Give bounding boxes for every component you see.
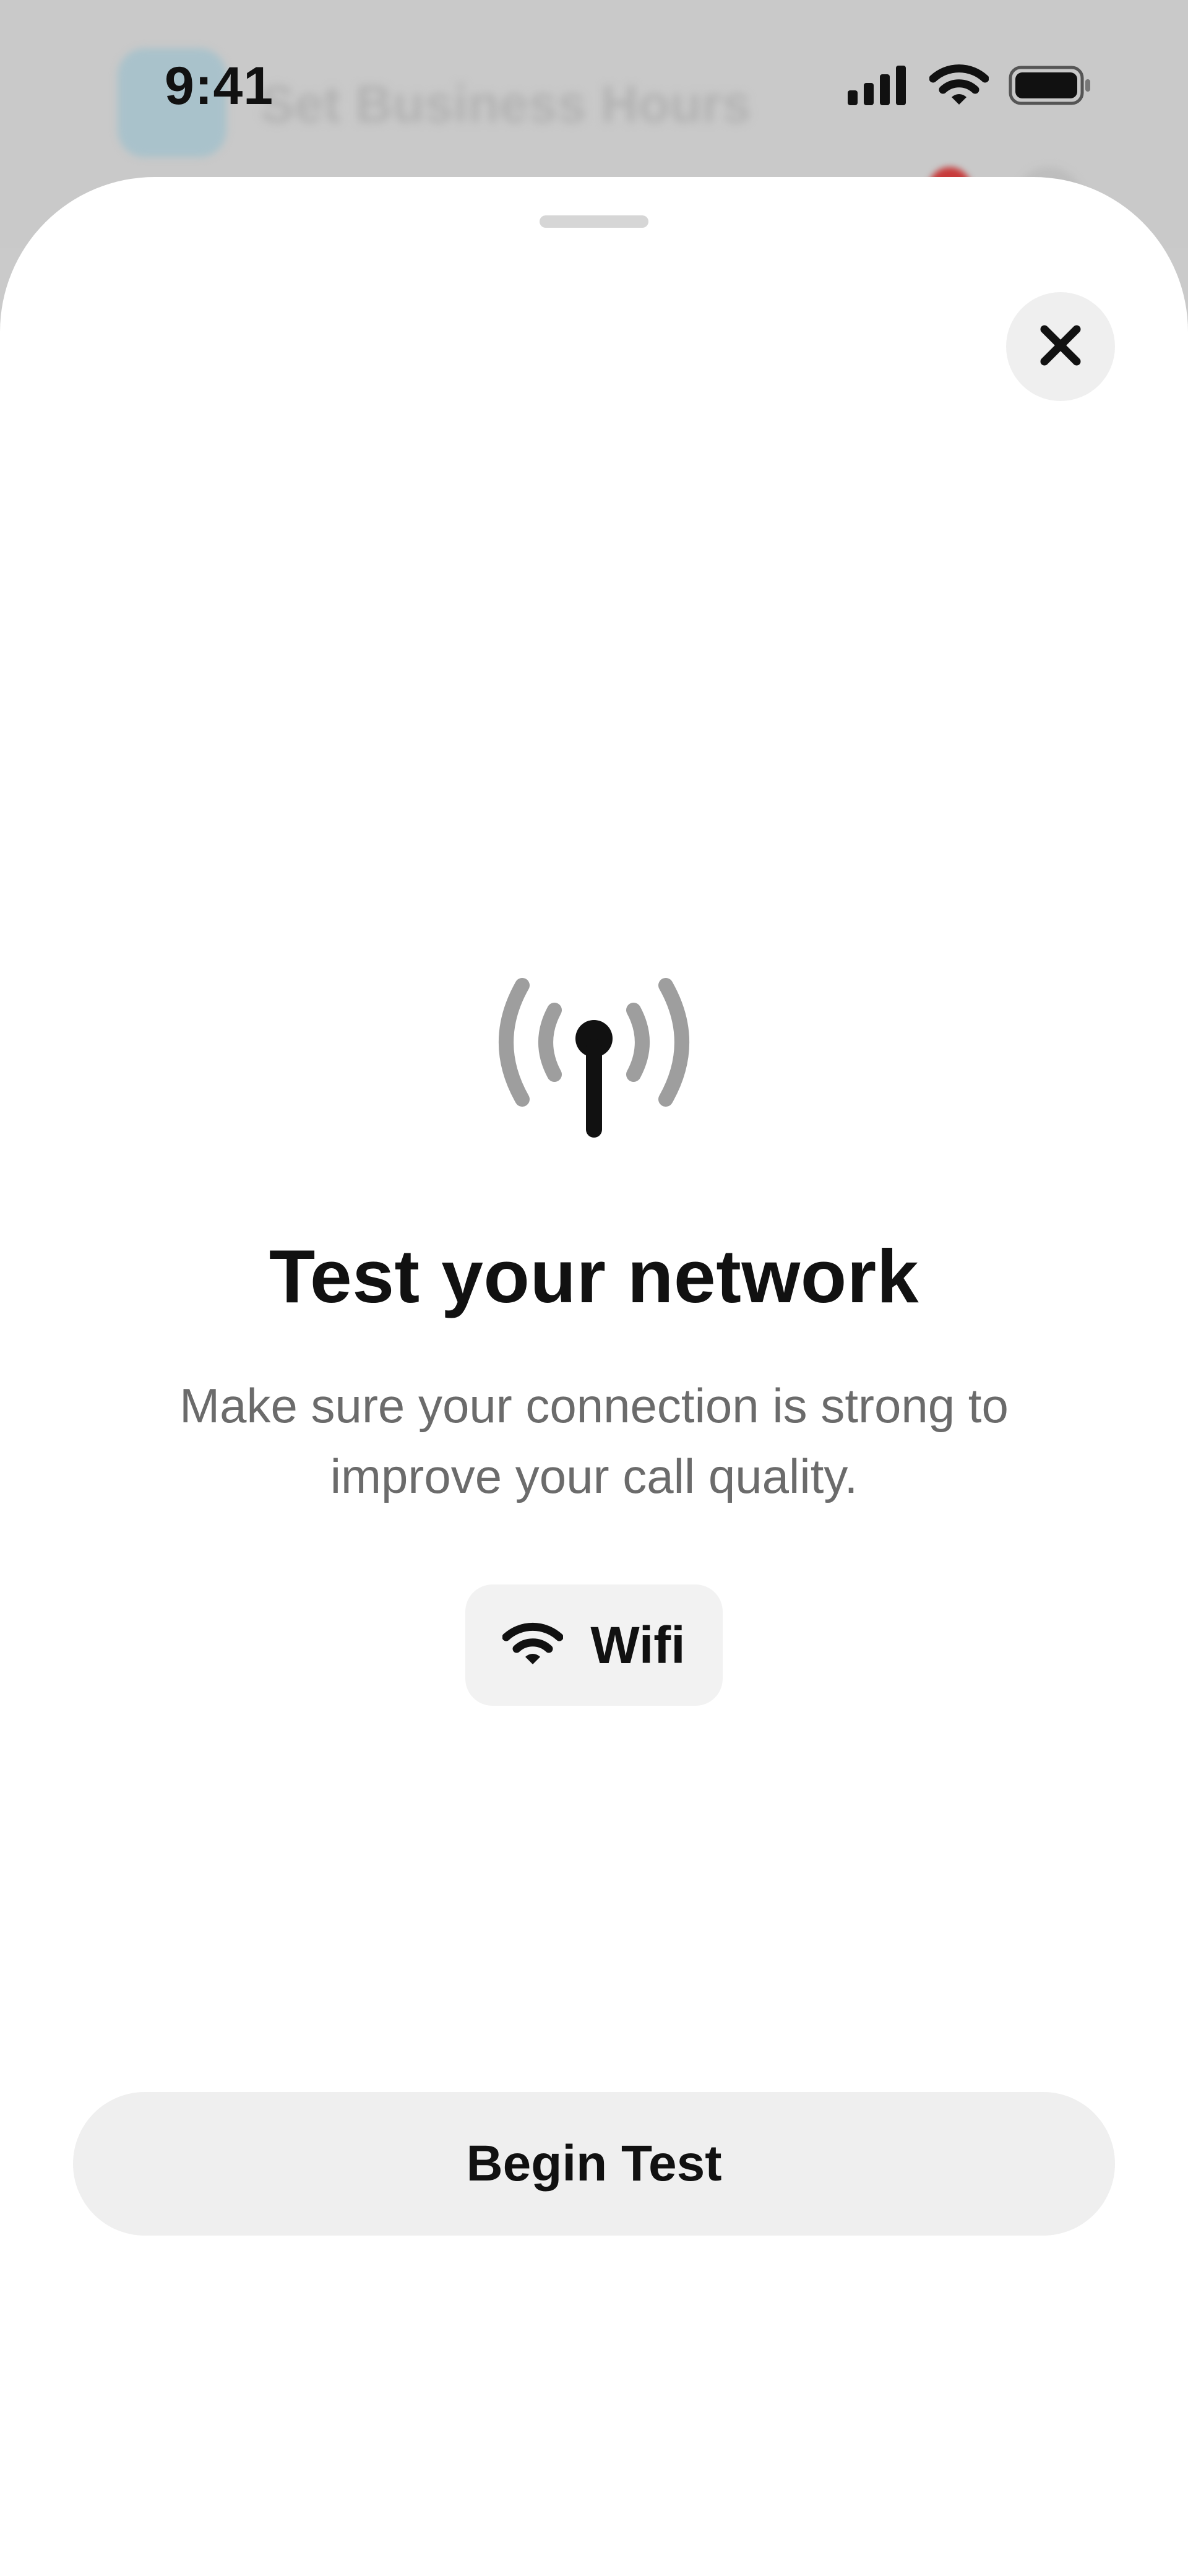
sheet-description: Make sure your connection is strong to i… bbox=[179, 1378, 1009, 1503]
sheet-grabber[interactable] bbox=[540, 215, 648, 228]
sheet-title: Test your network bbox=[269, 1234, 919, 1318]
network-type-chip: Wifi bbox=[465, 1584, 723, 1706]
status-icons bbox=[848, 62, 1091, 111]
wifi-icon bbox=[929, 64, 989, 110]
close-icon bbox=[1037, 322, 1084, 372]
begin-test-button[interactable]: Begin Test bbox=[73, 2092, 1115, 2236]
status-bar: 9:41 bbox=[0, 0, 1188, 173]
wifi-icon bbox=[502, 1621, 564, 1670]
close-button[interactable] bbox=[1006, 292, 1115, 401]
status-time: 9:41 bbox=[165, 56, 274, 116]
antenna-signal-icon bbox=[493, 969, 695, 1143]
network-type-label: Wifi bbox=[590, 1615, 686, 1674]
battery-icon bbox=[1009, 66, 1091, 108]
cellular-signal-icon bbox=[848, 65, 910, 108]
